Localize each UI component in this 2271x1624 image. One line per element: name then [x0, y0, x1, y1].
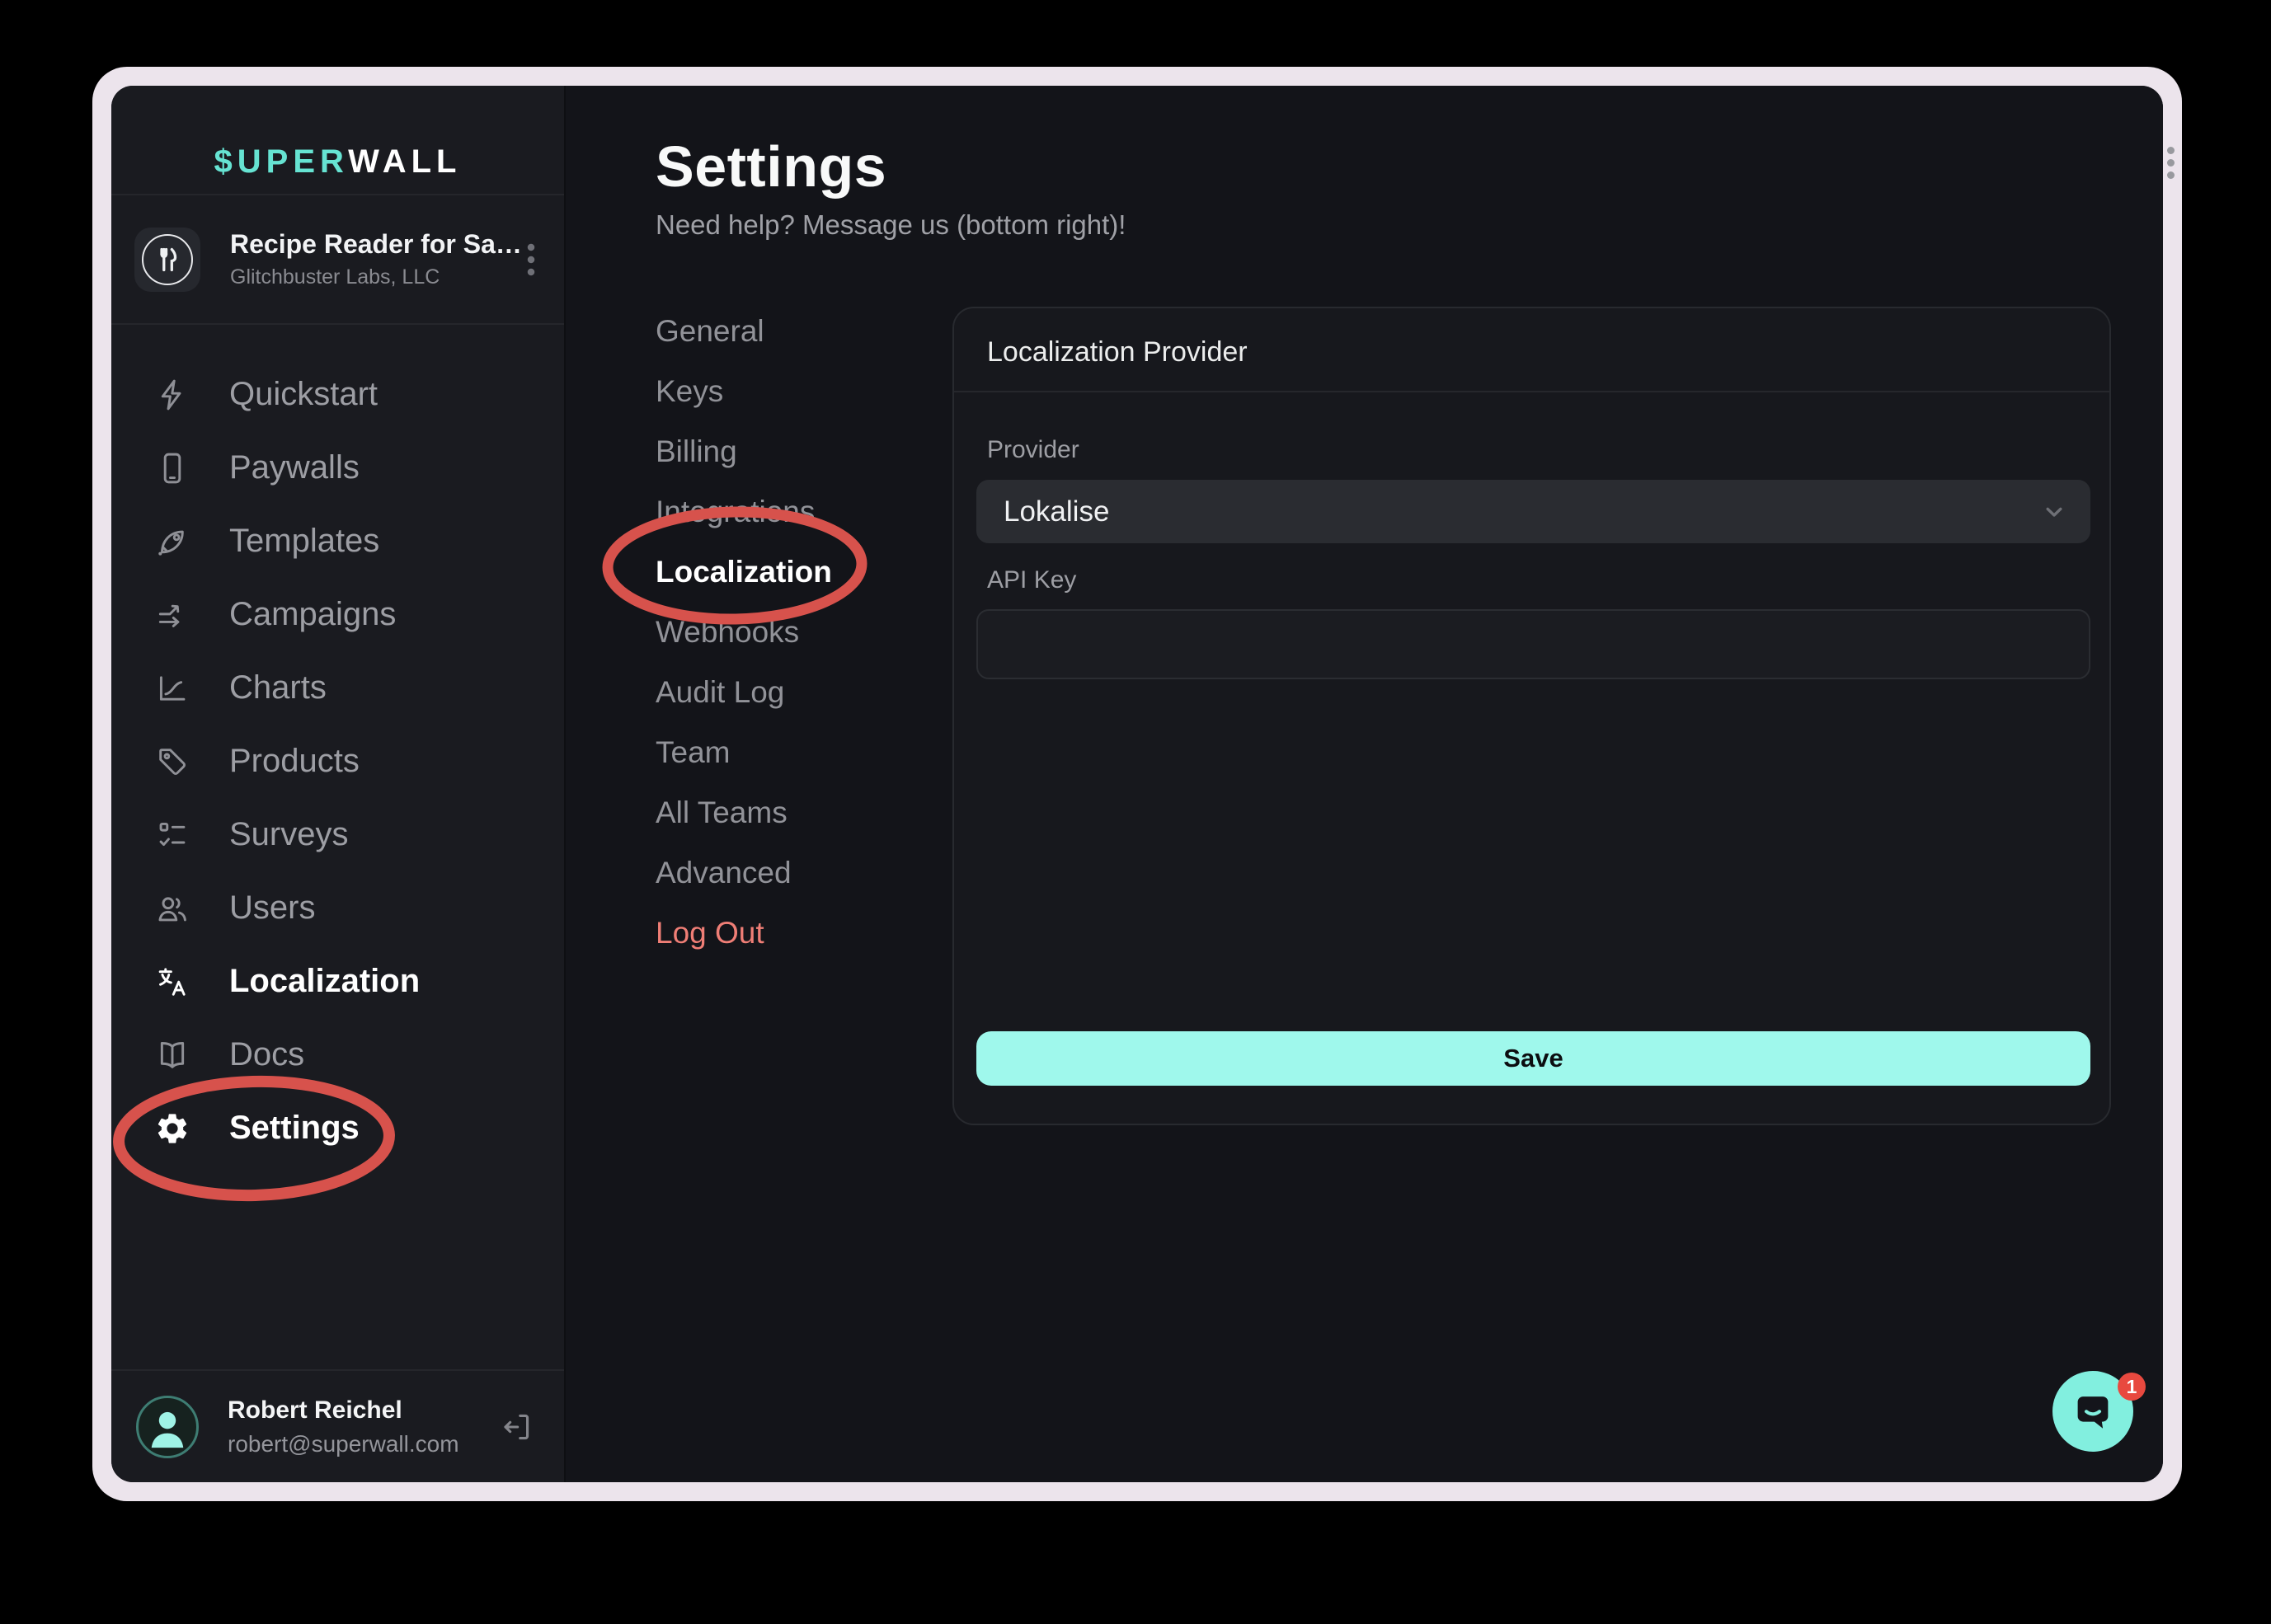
main-area: Settings Need help? Message us (bottom r…	[566, 86, 2163, 1482]
users-icon	[154, 890, 190, 927]
sidebar-nav: Quickstart Paywalls Templates Campaigns Char…	[111, 325, 564, 1369]
sidebar-item-settings[interactable]: Settings	[111, 1091, 564, 1165]
sidebar-item-label: Products	[229, 743, 360, 780]
settings-tab-integrations[interactable]: Integrations	[656, 481, 832, 542]
sidebar-item-paywalls[interactable]: Paywalls	[111, 431, 564, 505]
sidebar-item-localization[interactable]: Localization	[111, 945, 564, 1018]
kebab-menu-icon[interactable]	[516, 233, 546, 286]
api-key-input[interactable]	[976, 609, 2090, 679]
smartphone-icon	[154, 450, 190, 486]
workspace-meta: Recipe Reader for Sa… Glitchbuster Labs,…	[230, 229, 522, 289]
logo-prefix: $UPER	[214, 143, 349, 180]
sidebar: $UPERWALL	[111, 86, 566, 1482]
sidebar-item-campaigns[interactable]: Campaigns	[111, 578, 564, 651]
page-subtitle: Need help? Message us (bottom right)!	[656, 209, 1126, 241]
sidebar-item-surveys[interactable]: Surveys	[111, 798, 564, 871]
translate-icon	[154, 964, 190, 1000]
sidebar-item-label: Charts	[229, 669, 327, 706]
bolt-icon	[154, 377, 190, 413]
rocket-icon	[154, 523, 190, 560]
settings-tab-advanced[interactable]: Advanced	[656, 843, 832, 903]
provider-select-value: Lokalise	[1004, 495, 1109, 528]
sidebar-item-label: Surveys	[229, 816, 349, 853]
sidebar-item-label: Templates	[229, 523, 379, 560]
sidebar-item-docs[interactable]: Docs	[111, 1018, 564, 1091]
sidebar-item-label: Docs	[229, 1036, 304, 1073]
book-icon	[154, 1037, 190, 1073]
workspace-switcher[interactable]: Recipe Reader for Sa… Glitchbuster Labs,…	[111, 195, 564, 325]
sidebar-item-charts[interactable]: Charts	[111, 651, 564, 725]
chat-unread-badge: 1	[2118, 1373, 2146, 1401]
user-avatar	[136, 1396, 199, 1458]
line-chart-icon	[154, 670, 190, 706]
app-content: $UPERWALL	[111, 86, 2163, 1482]
settings-tab-all-teams[interactable]: All Teams	[656, 782, 832, 843]
user-meta: Robert Reichel robert@superwall.com	[228, 1396, 498, 1457]
localization-provider-panel: Localization Provider Provider Lokalise …	[952, 307, 2111, 1125]
divider	[954, 391, 2109, 392]
provider-label: Provider	[987, 436, 1079, 464]
settings-tab-webhooks[interactable]: Webhooks	[656, 602, 832, 662]
settings-nav: GeneralKeysBillingIntegrationsLocalizati…	[656, 301, 832, 963]
save-button[interactable]: Save	[976, 1031, 2090, 1086]
provider-select[interactable]: Lokalise	[976, 480, 2090, 543]
settings-tab-localization[interactable]: Localization	[656, 542, 832, 602]
settings-tab-general[interactable]: General	[656, 301, 832, 361]
logo-row: $UPERWALL	[111, 86, 564, 195]
sidebar-item-products[interactable]: Products	[111, 725, 564, 798]
settings-tab-billing[interactable]: Billing	[656, 421, 832, 481]
sidebar-item-templates[interactable]: Templates	[111, 505, 564, 578]
window-handle-dots	[2167, 147, 2175, 179]
sidebar-item-label: Localization	[229, 963, 420, 1000]
chat-bubble-icon	[2069, 1387, 2117, 1435]
sidebar-item-label: Users	[229, 889, 315, 927]
settings-tab-log-out[interactable]: Log Out	[656, 903, 832, 963]
panel-title: Localization Provider	[987, 336, 1248, 368]
sidebar-item-label: Settings	[229, 1110, 360, 1147]
screenshot-root: $UPERWALL	[0, 0, 2271, 1624]
workspace-org: Glitchbuster Labs, LLC	[230, 265, 522, 289]
chevron-down-icon	[2040, 498, 2068, 526]
sidebar-item-label: Campaigns	[229, 596, 396, 633]
sidebar-item-label: Paywalls	[229, 449, 360, 486]
sidebar-item-users[interactable]: Users	[111, 871, 564, 945]
fork-knife-icon	[142, 234, 193, 285]
sidebar-item-label: Quickstart	[229, 376, 378, 413]
app-window: $UPERWALL	[92, 67, 2182, 1501]
logo-suffix: WALL	[348, 143, 461, 180]
workspace-name: Recipe Reader for Sa…	[230, 229, 522, 260]
user-row: Robert Reichel robert@superwall.com	[111, 1369, 564, 1482]
campaign-arrows-icon	[154, 597, 190, 633]
superwall-logo: $UPERWALL	[214, 143, 462, 181]
logout-icon[interactable]	[498, 1409, 534, 1445]
gear-icon	[154, 1110, 190, 1147]
checklist-icon	[154, 817, 190, 853]
api-key-label: API Key	[987, 566, 1076, 594]
page-title: Settings	[656, 134, 886, 199]
settings-tab-team[interactable]: Team	[656, 722, 832, 782]
settings-tab-keys[interactable]: Keys	[656, 361, 832, 421]
workspace-avatar	[134, 228, 200, 292]
sidebar-item-quickstart[interactable]: Quickstart	[111, 358, 564, 431]
user-name: Robert Reichel	[228, 1396, 498, 1425]
tag-icon	[154, 744, 190, 780]
settings-tab-audit-log[interactable]: Audit Log	[656, 662, 832, 722]
user-email: robert@superwall.com	[228, 1431, 498, 1457]
